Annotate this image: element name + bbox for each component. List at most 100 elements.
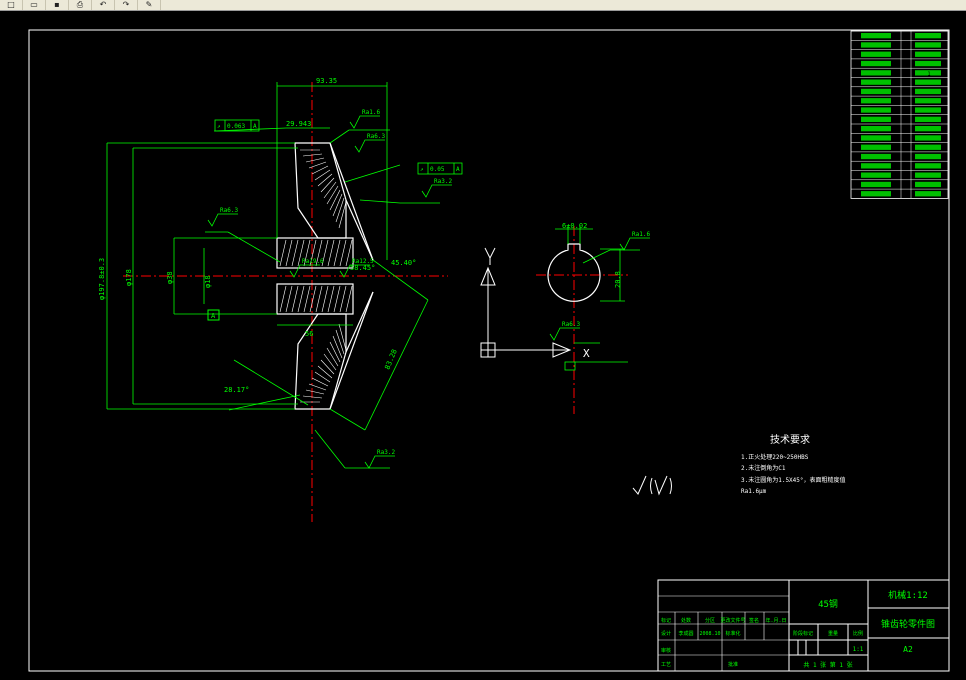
svg-text:↗: ↗ — [420, 166, 424, 173]
toolbar: □ ▭ ▪ ⎙ ↶ ↷ ✎ — [0, 0, 966, 11]
dim-pitch-diameter: φ178 — [125, 269, 133, 286]
title-block-drawing-name: 锥齿轮零件图 — [881, 618, 935, 630]
tolerance-frame: ↗ 0.05 A — [417, 162, 463, 175]
param-table-row — [851, 160, 948, 169]
stage-label-2: 比例 — [853, 630, 863, 637]
param-table-row: α — [851, 58, 948, 68]
title-block-scale: 1:1 — [853, 646, 864, 653]
roughness-symbol: Ra3.2 — [421, 178, 452, 198]
svg-text:Ra6.3: Ra6.3 — [367, 133, 385, 140]
open-file-icon[interactable]: ▭ — [23, 0, 46, 10]
dim-top-width: 93.35 — [316, 77, 337, 85]
param-table-row: 1 — [851, 67, 948, 78]
svg-text:0.063: 0.063 — [227, 123, 245, 130]
tech-requirements-title: 技术要求 — [770, 433, 810, 446]
roughness-symbol: Ra6.3 — [207, 207, 238, 227]
title-block-revision-grid: 标记 处数 分区 更改文件号 签名 年.月.日设计 李成圆 2008.10 标准化审核工艺 批准 — [658, 595, 789, 671]
title-block-header-cell: 处数 — [681, 617, 691, 624]
dimension-texts: 93.35 29.943 φ197.8±0.3 φ178 φ38 φ18 83.… — [98, 77, 622, 394]
dim-hub-diameter: φ38 — [166, 271, 174, 284]
svg-text:A: A — [253, 123, 257, 130]
dimension-lines — [106, 82, 440, 469]
param-table-cell: m — [904, 44, 907, 50]
dim-face-angle: 28.17° — [224, 386, 249, 394]
param-table-row — [851, 133, 948, 141]
title-block-row3-cell: 审核 — [661, 647, 671, 654]
ucs-icon — [480, 247, 572, 358]
roughness-symbol: Ra6.3 — [354, 133, 385, 153]
dim-face-width: 29.943 — [286, 120, 311, 128]
default-roughness-symbol — [632, 475, 672, 496]
tech-requirement-2: 2.未注倒角为C1 — [741, 464, 786, 472]
tech-requirement-1: 1.正火处理220~250HBS — [741, 453, 809, 461]
title-block-row4-cell: 批准 — [728, 661, 738, 668]
title-block-row2-cell: 设计 — [661, 630, 671, 637]
dim-hub-length: 56 — [305, 330, 313, 338]
match-properties-icon[interactable]: ✎ — [138, 0, 161, 10]
svg-text:Ra12.5: Ra12.5 — [352, 258, 374, 265]
svg-text:Ra3.2: Ra3.2 — [377, 449, 395, 456]
param-table-cell: α — [904, 62, 907, 68]
save-icon[interactable]: ▪ — [46, 0, 69, 10]
dim-keyway-depth: 20.8 — [614, 271, 622, 288]
dim-outer-diameter: φ197.8±0.3 — [98, 258, 106, 300]
title-block-row2-cell: 李成圆 — [678, 630, 693, 637]
ucs-x-label: X — [583, 347, 590, 360]
tech-requirement-4: Ra1.6μm — [741, 488, 767, 495]
title-block-header-cell: 签名 — [749, 617, 759, 624]
dim-cone-angle-a: 45.40° — [391, 259, 416, 267]
param-table-cell: z — [904, 53, 907, 59]
title-block-row4-cell: 工艺 — [661, 662, 671, 668]
roughness-symbol: Ra1.6 — [349, 109, 380, 129]
roughness-symbol: Ra3.2 — [364, 449, 395, 469]
param-table-row — [851, 188, 948, 197]
dim-bore: φ18 — [204, 275, 212, 288]
svg-text:Ra6.3: Ra6.3 — [562, 321, 580, 328]
title-block: 标记 处数 分区 更改文件号 签名 年.月.日设计 李成圆 2008.10 标准化审核工艺 批准 … — [657, 579, 950, 672]
svg-text:↗: ↗ — [217, 123, 221, 130]
title-block-header-cell: 更改文件号 — [720, 617, 745, 624]
svg-text:A: A — [456, 166, 460, 173]
param-table-row — [851, 86, 948, 95]
param-table-row — [851, 151, 948, 160]
roughness-symbol: Ra1.6 — [619, 231, 650, 251]
stage-label-0: 阶段标记 — [793, 630, 813, 637]
stage-label-1: 重量 — [828, 630, 838, 637]
title-block-header-cell: 分区 — [705, 617, 715, 624]
param-table-row — [851, 105, 948, 113]
param-table-row — [851, 123, 948, 132]
svg-text:Ra1.6: Ra1.6 — [632, 231, 650, 238]
cad-drawing-canvas[interactable]: mzα 1 标记 处数 分区 更改文件号 签名 年.月.日设计 李成圆 2008.10 标准化审核… — [0, 11, 966, 680]
param-table-row: z — [851, 49, 948, 59]
tech-requirement-3: 3.未注圆角为1.5X45°，表面粗糙度值 — [741, 476, 846, 484]
param-table-row — [851, 142, 948, 150]
svg-text:Ra6.3: Ra6.3 — [220, 207, 238, 214]
param-table-row — [851, 30, 948, 39]
technical-requirements: 技术要求 1.正火处理220~250HBS 2.未注倒角为C1 3.未注圆角为1… — [741, 433, 846, 495]
param-table-row — [851, 77, 948, 85]
datum-a-label: A — [211, 312, 216, 320]
param-table-row — [851, 114, 948, 122]
dim-slant-length: 83.28 — [383, 348, 398, 371]
title-block-school: 机械1:12 — [888, 589, 928, 601]
param-table-row — [851, 170, 948, 178]
param-table-row — [851, 179, 948, 188]
redo-icon[interactable]: ↷ — [115, 0, 138, 10]
title-block-row2-cell: 标准化 — [725, 630, 740, 637]
svg-text:0.05: 0.05 — [430, 166, 445, 173]
new-file-icon[interactable]: □ — [0, 0, 23, 10]
param-table-row: m — [851, 40, 948, 50]
print-icon[interactable]: ⎙ — [69, 0, 92, 10]
title-block-row2-cell: 2008.10 — [699, 631, 720, 637]
roughness-symbol: Ra6.3 — [549, 321, 580, 341]
svg-text:Ra1.6: Ra1.6 — [362, 109, 380, 116]
title-block-header-cell: 年.月.日 — [765, 617, 786, 624]
title-block-sheet-size: A2 — [903, 645, 913, 654]
title-block-material: 45钢 — [818, 598, 838, 610]
undo-icon[interactable]: ↶ — [92, 0, 115, 10]
title-block-sheet-info: 共 1 张 第 1 张 — [803, 661, 852, 669]
title-block-header-cell: 标记 — [661, 617, 671, 624]
tolerance-frame: ↗ 0.063 A — [214, 119, 260, 132]
param-table-row — [851, 95, 948, 104]
svg-text:Ra3.2: Ra3.2 — [434, 178, 452, 185]
